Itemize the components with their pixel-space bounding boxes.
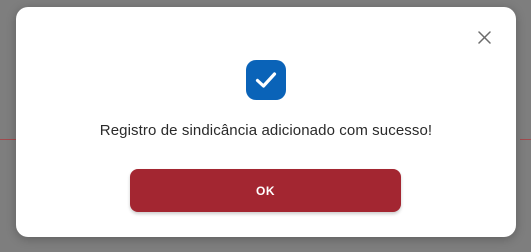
check-icon (246, 60, 286, 100)
backdrop-divider (520, 139, 531, 140)
ok-button[interactable]: OK (130, 169, 401, 212)
close-icon (477, 31, 491, 49)
close-button[interactable] (474, 30, 494, 50)
success-dialog: Registro de sindicância adicionado com s… (16, 7, 516, 237)
success-message: Registro de sindicância adicionado com s… (99, 122, 433, 139)
